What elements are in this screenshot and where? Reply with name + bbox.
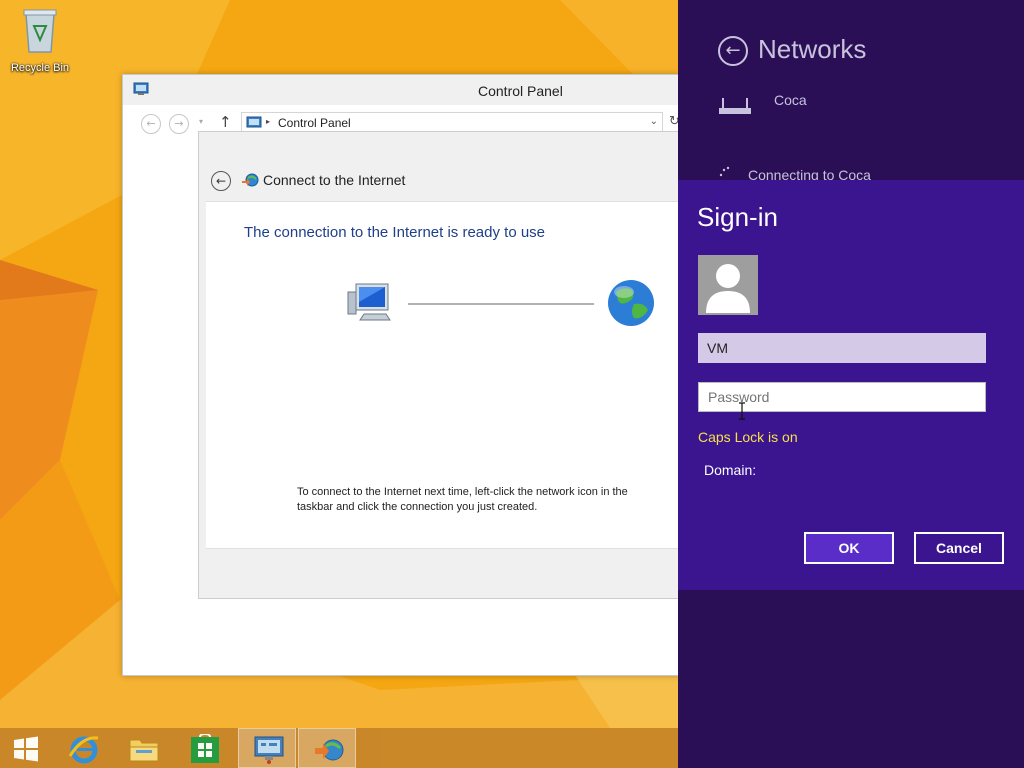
recent-locations-icon[interactable]: ▾: [199, 117, 203, 126]
network-connection-icon: [315, 739, 344, 761]
signin-panel: Sign-in Caps Lock is on Domain: OK Cance…: [678, 180, 1024, 590]
start-icon: [14, 736, 38, 762]
globe-icon: [608, 280, 654, 326]
store-icon: [191, 734, 219, 763]
control-panel-small-icon: [246, 116, 262, 128]
networks-back-button[interactable]: ←: [718, 36, 748, 66]
avatar: [698, 255, 758, 315]
chevron-down-icon[interactable]: ⌄: [650, 116, 658, 127]
control-panel-icon: [133, 82, 149, 95]
file-explorer-icon: [129, 739, 159, 762]
arrow-up-icon: ↑: [219, 113, 232, 131]
recycle-bin-label: Recycle Bin: [10, 62, 70, 74]
breadcrumb-chevron-icon: ▸: [266, 117, 271, 126]
taskbar-control-panel[interactable]: [238, 728, 296, 768]
networks-title: Networks: [758, 34, 867, 64]
arrow-left-icon: ←: [725, 40, 741, 61]
up-button[interactable]: ↑: [219, 113, 232, 131]
arrow-right-icon: →: [174, 117, 184, 130]
cancel-button[interactable]: Cancel: [914, 532, 1004, 564]
domain-label: Domain:: [704, 462, 757, 478]
control-panel-icon: [254, 736, 284, 764]
username-field[interactable]: [698, 333, 986, 363]
text-cursor-icon: [739, 402, 745, 420]
taskbar-store[interactable]: [176, 728, 234, 768]
control-panel-title: Control Panel: [478, 83, 563, 99]
connection-line: [408, 303, 594, 305]
wizard-back-button[interactable]: ←: [211, 171, 231, 191]
user-icon: [706, 264, 750, 313]
address-path: Control Panel: [278, 116, 351, 130]
signin-title: Sign-in: [697, 202, 778, 232]
taskbar-internet-explorer[interactable]: [54, 728, 112, 768]
caps-lock-warning: Caps Lock is on: [698, 429, 798, 445]
network-connection-icon: [242, 173, 259, 187]
back-button[interactable]: ←: [141, 114, 161, 134]
arrow-left-icon: ←: [215, 174, 227, 188]
router-icon: [719, 98, 751, 114]
wizard-header-title: Connect to the Internet: [263, 172, 406, 188]
forward-button[interactable]: →: [169, 114, 189, 134]
wizard-note: To connect to the Internet next time, le…: [297, 486, 628, 513]
wizard-heading: The connection to the Internet is ready …: [244, 224, 546, 241]
start-button[interactable]: [0, 728, 58, 768]
control-panel-titlebar[interactable]: Control Panel: [123, 75, 679, 105]
recycle-bin-icon: [23, 9, 57, 53]
network-name: Coca: [774, 92, 807, 108]
ok-button[interactable]: OK: [804, 532, 894, 564]
spinner-icon: [719, 166, 730, 177]
computer-icon: [347, 283, 391, 321]
wizard-body: The connection to the Internet is ready …: [206, 201, 678, 549]
taskbar-network-connection[interactable]: [298, 728, 356, 768]
arrow-left-icon: ←: [146, 117, 156, 130]
recycle-bin[interactable]: Recycle Bin: [6, 6, 74, 74]
internet-explorer-icon: [68, 736, 99, 764]
taskbar: [0, 728, 678, 768]
connect-internet-wizard: ← Connect to the Internet The connection…: [198, 131, 680, 599]
connection-diagram: [346, 278, 666, 330]
taskbar-file-explorer[interactable]: [114, 728, 172, 768]
